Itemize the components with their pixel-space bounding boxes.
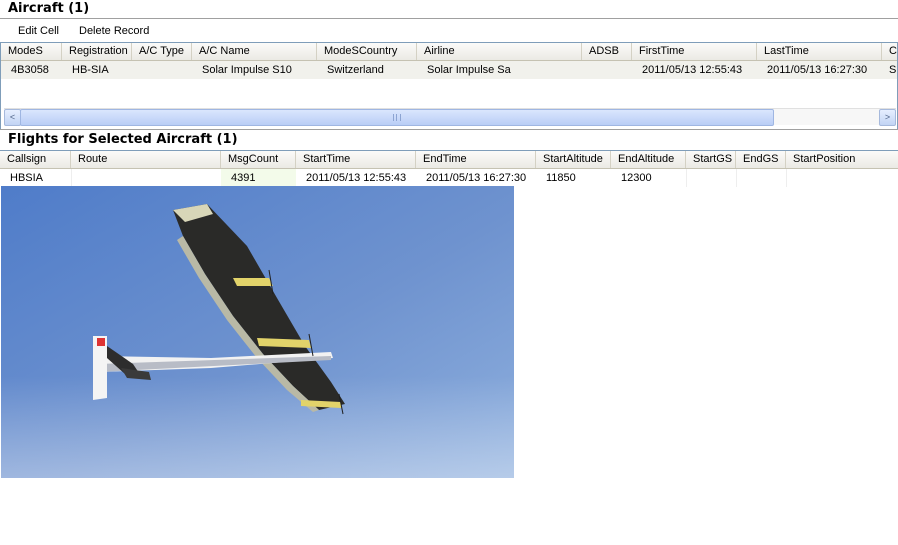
aircraft-grid[interactable]: ModeS Registration A/C Type A/C Name Mod…	[0, 42, 898, 129]
edit-cell-button[interactable]: Edit Cell	[18, 24, 59, 38]
cell-modescountry[interactable]: Switzerland	[317, 61, 417, 79]
col-header-startgs[interactable]: StartGS	[686, 151, 736, 168]
col-header-adsb[interactable]: ADSB	[582, 43, 632, 60]
scroll-right-arrow-icon[interactable]: >	[879, 109, 896, 126]
col-header-c[interactable]: C	[882, 43, 897, 60]
aircraft-grid-header: ModeS Registration A/C Type A/C Name Mod…	[1, 43, 897, 61]
cell-endtime[interactable]: 2011/05/13 16:27:30	[416, 169, 536, 187]
col-header-ac-name[interactable]: A/C Name	[192, 43, 317, 60]
col-header-modescountry[interactable]: ModeSCountry	[317, 43, 417, 60]
flights-section-title: Flights for Selected Aircraft (1)	[0, 129, 898, 150]
flights-grid-header: Callsign Route MsgCount StartTime EndTim…	[0, 151, 898, 169]
horizontal-scrollbar[interactable]: < >	[4, 108, 896, 126]
cell-lasttime[interactable]: 2011/05/13 16:27:30	[757, 61, 882, 79]
col-header-route[interactable]: Route	[71, 151, 221, 168]
grip-icon	[393, 114, 401, 121]
cell-endgs[interactable]	[736, 169, 786, 187]
cell-startposition[interactable]	[786, 169, 898, 187]
cell-endaltitude[interactable]: 12300	[611, 169, 686, 187]
col-header-lasttime[interactable]: LastTime	[757, 43, 882, 60]
col-header-callsign[interactable]: Callsign	[0, 151, 71, 168]
aircraft-toolbar: Edit Cell Delete Record	[0, 19, 898, 42]
flights-grid[interactable]: Callsign Route MsgCount StartTime EndTim…	[0, 150, 898, 187]
aircraft-section-title: Aircraft (1)	[0, 0, 898, 19]
solar-plane-image	[1, 186, 514, 478]
table-row[interactable]: HBSIA 4391 2011/05/13 12:55:43 2011/05/1…	[0, 169, 898, 187]
cell-route[interactable]	[71, 169, 221, 187]
aircraft-photo	[1, 186, 514, 478]
cell-callsign[interactable]: HBSIA	[0, 169, 71, 187]
cell-modes[interactable]: 4B3058	[1, 61, 62, 79]
col-header-endaltitude[interactable]: EndAltitude	[611, 151, 686, 168]
cell-msgcount[interactable]: 4391	[221, 169, 296, 187]
col-header-endgs[interactable]: EndGS	[736, 151, 786, 168]
col-header-airline[interactable]: Airline	[417, 43, 582, 60]
cell-ac-type[interactable]	[132, 61, 192, 79]
cell-firsttime[interactable]: 2011/05/13 12:55:43	[632, 61, 757, 79]
col-header-ac-type[interactable]: A/C Type	[132, 43, 192, 60]
cell-startgs[interactable]	[686, 169, 736, 187]
delete-record-button[interactable]: Delete Record	[79, 24, 149, 38]
cell-starttime[interactable]: 2011/05/13 12:55:43	[296, 169, 416, 187]
cell-registration[interactable]: HB-SIA	[62, 61, 132, 79]
col-header-startposition[interactable]: StartPosition	[786, 151, 898, 168]
col-header-modes[interactable]: ModeS	[1, 43, 62, 60]
cell-adsb[interactable]	[582, 61, 632, 79]
col-header-endtime[interactable]: EndTime	[416, 151, 536, 168]
col-header-msgcount[interactable]: MsgCount	[221, 151, 296, 168]
cell-startaltitude[interactable]: 11850	[536, 169, 611, 187]
col-header-registration[interactable]: Registration	[62, 43, 132, 60]
scroll-left-arrow-icon[interactable]: <	[4, 109, 21, 126]
cell-c[interactable]: S	[882, 61, 897, 79]
cell-ac-name[interactable]: Solar Impulse S10	[192, 61, 317, 79]
col-header-startaltitude[interactable]: StartAltitude	[536, 151, 611, 168]
scroll-thumb[interactable]	[20, 109, 774, 126]
table-row[interactable]: 4B3058 HB-SIA Solar Impulse S10 Switzerl…	[1, 61, 897, 79]
col-header-firsttime[interactable]: FirstTime	[632, 43, 757, 60]
col-header-starttime[interactable]: StartTime	[296, 151, 416, 168]
cell-airline[interactable]: Solar Impulse Sa	[417, 61, 582, 79]
